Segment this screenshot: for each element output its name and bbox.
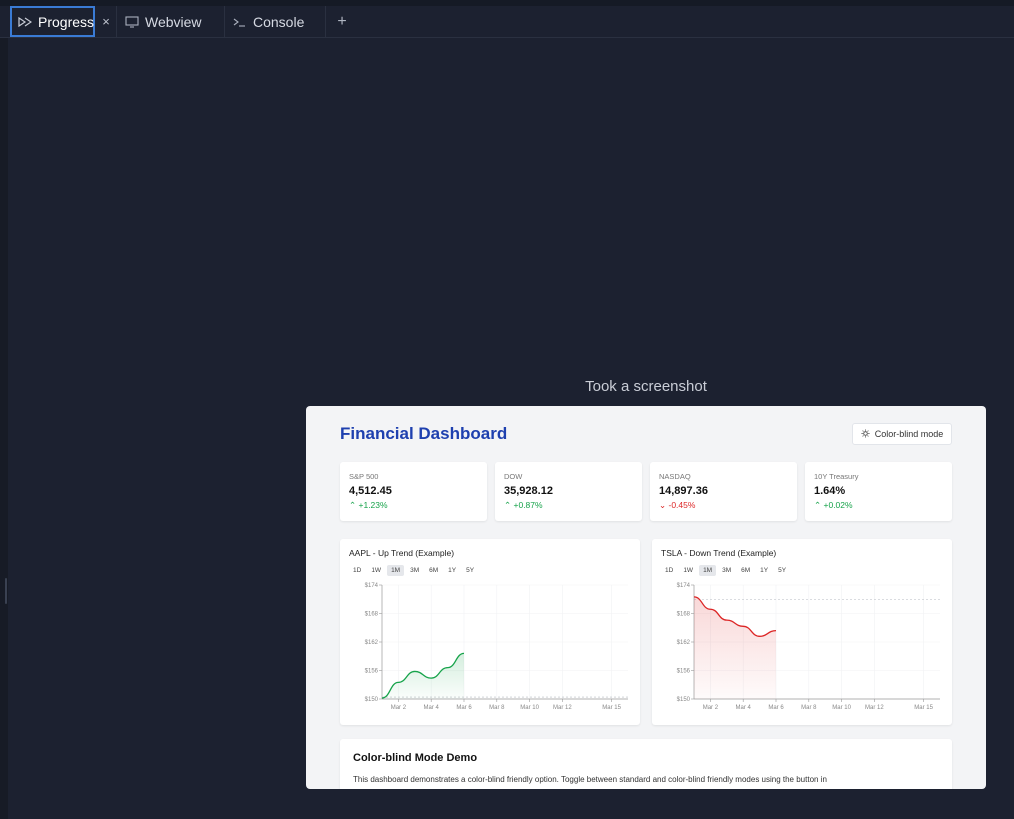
market-name: 10Y Treasury: [814, 472, 859, 481]
dashboard-title: Financial Dashboard: [340, 424, 508, 443]
market-name: DOW: [504, 472, 523, 481]
change-value: +1.23%: [358, 500, 388, 510]
x-tick-label: Mar 4: [736, 705, 752, 711]
x-tick-label: Mar 10: [832, 705, 851, 711]
range-button-1d[interactable]: 1D: [661, 565, 677, 576]
range-button-1m[interactable]: 1M: [387, 565, 405, 576]
caret-up-icon: ⌃: [349, 500, 357, 510]
range-button-1w[interactable]: 1W: [679, 565, 697, 576]
caret-up-icon: ⌃: [504, 500, 512, 510]
chart-title: AAPL - Up Trend (Example): [349, 548, 455, 558]
y-tick-label: $156: [677, 669, 691, 675]
x-tick-label: Mar 2: [391, 705, 407, 711]
y-tick-label: $168: [365, 612, 379, 618]
y-tick-label: $156: [365, 669, 379, 675]
x-tick-label: Mar 15: [914, 705, 933, 711]
range-button-1m[interactable]: 1M: [699, 565, 717, 576]
market-card-dow: DOW 35,928.12 ⌃ +0.87%: [495, 462, 642, 521]
x-tick-label: Mar 12: [553, 705, 572, 711]
market-change: ⌃ +0.87%: [504, 500, 633, 511]
market-value: 35,928.12: [504, 485, 553, 497]
add-tab-button[interactable]: +: [334, 6, 350, 37]
x-tick-label: Mar 8: [489, 705, 505, 711]
tab-console[interactable]: Console: [224, 6, 326, 37]
market-change: ⌄ -0.45%: [659, 500, 788, 511]
chart-tsla: $174 $168 $162 $156 $150 Mar 2 Mar 4 Mar 6 Mar 8…: [677, 583, 940, 711]
range-button-3m[interactable]: 3M: [718, 565, 735, 576]
change-value: +0.87%: [513, 500, 543, 510]
colorblind-mode-button[interactable]: Color-blind mode: [852, 423, 952, 445]
x-tick-label: Mar 2: [703, 705, 719, 711]
market-value: 4,512.45: [349, 485, 392, 497]
tab-webview-label: Webview: [145, 13, 202, 30]
area-fill: [382, 653, 464, 699]
demo-title: Color-blind Mode Demo: [353, 752, 478, 764]
chart-aapl: $174 $168 $162 $156 $150 Mar 2 Mar 4 Mar 6 Mar 8…: [365, 583, 628, 711]
market-card-sp500: S&P 500 4,512.45 ⌃ +1.23%: [340, 462, 487, 521]
market-name: S&P 500: [349, 472, 379, 481]
y-tick-label: $162: [365, 640, 379, 646]
tab-progress[interactable]: Progress: [10, 6, 95, 37]
y-tick-label: $174: [677, 583, 691, 589]
range-button-1y[interactable]: 1Y: [444, 565, 460, 576]
screenshot-caption: Took a screenshot: [585, 378, 707, 395]
range-selector: 1D 1W 1M 3M 6M 1Y 5Y: [349, 565, 478, 576]
market-change: ⌃ +1.23%: [349, 500, 478, 511]
range-button-5y[interactable]: 5Y: [774, 565, 790, 576]
market-change: ⌃ +0.02%: [814, 500, 943, 511]
market-value: 1.64%: [814, 485, 846, 497]
y-tick-label: $168: [677, 612, 691, 618]
sun-icon: [861, 428, 870, 440]
y-tick-label: $162: [677, 640, 691, 646]
tab-webview[interactable]: Webview: [116, 6, 224, 37]
chart-card-tsla: TSLA - Down Trend (Example) 1D 1W 1M 3M 6M 1Y…: [652, 539, 952, 725]
x-tick-label: Mar 15: [602, 705, 621, 711]
change-value: -0.45%: [668, 500, 696, 510]
range-button-1w[interactable]: 1W: [367, 565, 385, 576]
range-button-1y[interactable]: 1Y: [756, 565, 772, 576]
market-card-nasdaq: NASDAQ 14,897.36 ⌄ -0.45%: [650, 462, 797, 521]
tab-progress-label: Progress: [38, 13, 95, 30]
area-fill: [694, 596, 776, 699]
x-tick-label: Mar 4: [424, 705, 440, 711]
range-button-6m[interactable]: 6M: [737, 565, 754, 576]
colorblind-demo-section: Color-blind Mode Demo This dashboard dem…: [340, 739, 952, 789]
colorblind-mode-label: Color-blind mode: [874, 429, 944, 439]
market-name: NASDAQ: [659, 472, 691, 481]
range-button-6m[interactable]: 6M: [425, 565, 442, 576]
chart-card-aapl: AAPL - Up Trend (Example) 1D 1W 1M 3M 6M 1Y 5Y…: [340, 539, 640, 725]
caret-up-icon: ⌃: [814, 500, 822, 510]
resize-handle[interactable]: [5, 578, 7, 604]
range-button-5y[interactable]: 5Y: [462, 565, 478, 576]
x-tick-label: Mar 8: [801, 705, 817, 711]
x-tick-label: Mar 12: [865, 705, 884, 711]
tab-console-label: Console: [253, 13, 305, 30]
close-icon[interactable]: ×: [97, 6, 115, 37]
y-tick-label: $150: [365, 697, 379, 703]
demo-text: This dashboard demonstrates a color-blin…: [353, 775, 827, 784]
market-value: 14,897.36: [659, 485, 708, 497]
terminal-icon: [233, 16, 247, 28]
y-tick-label: $150: [677, 697, 691, 703]
monitor-icon: [125, 15, 139, 28]
y-tick-label: $174: [365, 583, 379, 589]
market-card-10y-treasury: 10Y Treasury 1.64% ⌃ +0.02%: [805, 462, 952, 521]
chart-title: TSLA - Down Trend (Example): [661, 548, 777, 558]
progress-icon: [18, 16, 32, 28]
x-tick-label: Mar 10: [520, 705, 539, 711]
x-tick-label: Mar 6: [768, 705, 784, 711]
x-tick-label: Mar 6: [456, 705, 472, 711]
screenshot-image: Financial Dashboard Color-blind mode S&P…: [306, 406, 986, 789]
range-button-3m[interactable]: 3M: [406, 565, 423, 576]
caret-down-icon: ⌄: [659, 500, 667, 510]
change-value: +0.02%: [823, 500, 853, 510]
tab-bar: Progress × Webview Console +: [0, 6, 1014, 38]
range-button-1d[interactable]: 1D: [349, 565, 365, 576]
range-selector: 1D 1W 1M 3M 6M 1Y 5Y: [661, 565, 790, 576]
left-panel-edge: [0, 38, 8, 819]
